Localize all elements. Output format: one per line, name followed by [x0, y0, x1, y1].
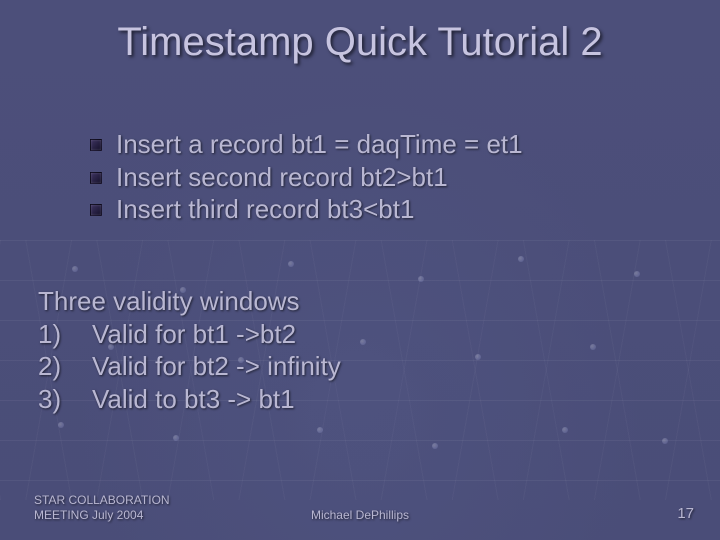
bullet-icon [90, 172, 102, 184]
footer-author: Michael DePhillips [0, 508, 720, 522]
list-item: 2) Valid for bt2 -> infinity [38, 350, 680, 383]
list-item: Insert third record bt3<bt1 [90, 193, 680, 226]
bullet-icon [90, 139, 102, 151]
bullet-list: Insert a record bt1 = daqTime = et1 Inse… [90, 128, 680, 226]
footer-left-line1: STAR COLLABORATION [34, 493, 170, 507]
item-text: Valid for bt1 ->bt2 [92, 318, 296, 351]
item-number: 2) [38, 350, 92, 383]
slide: Timestamp Quick Tutorial 2 Insert a reco… [0, 0, 720, 540]
bullet-icon [90, 204, 102, 216]
item-text: Valid for bt2 -> infinity [92, 350, 341, 383]
list-item: Insert a record bt1 = daqTime = et1 [90, 128, 680, 161]
list-item: Insert second record bt2>bt1 [90, 161, 680, 194]
item-number: 3) [38, 383, 92, 416]
numbered-section: Three validity windows 1) Valid for bt1 … [38, 285, 680, 415]
bullet-text: Insert second record bt2>bt1 [116, 161, 448, 194]
item-text: Valid to bt3 -> bt1 [92, 383, 295, 416]
page-number: 17 [677, 505, 694, 522]
list-item: 1) Valid for bt1 ->bt2 [38, 318, 680, 351]
item-number: 1) [38, 318, 92, 351]
bullet-text: Insert third record bt3<bt1 [116, 193, 414, 226]
section-heading: Three validity windows [38, 285, 680, 318]
list-item: 3) Valid to bt3 -> bt1 [38, 383, 680, 416]
slide-title: Timestamp Quick Tutorial 2 [0, 20, 720, 65]
bullet-text: Insert a record bt1 = daqTime = et1 [116, 128, 523, 161]
